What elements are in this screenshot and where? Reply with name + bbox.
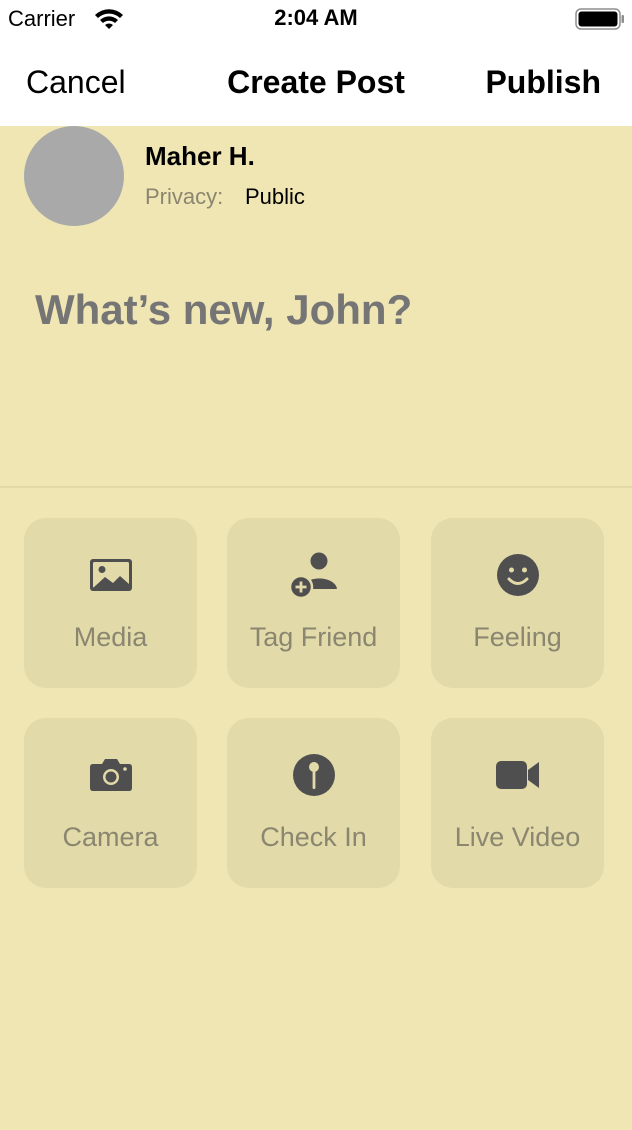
live-video-label: Live Video xyxy=(454,822,581,852)
feeling-label: Feeling xyxy=(473,622,562,652)
camera-icon xyxy=(24,752,197,798)
avatar[interactable] xyxy=(24,126,124,226)
check-in-button[interactable]: Check In xyxy=(227,718,400,888)
nav-bar: Cancel Create Post Publish xyxy=(0,38,632,126)
post-text-input[interactable] xyxy=(35,286,605,334)
battery-icon xyxy=(575,8,625,35)
smiley-icon xyxy=(431,552,604,598)
camera-label: Camera xyxy=(62,822,159,852)
status-bar: Carrier 2:04 AM xyxy=(0,0,632,38)
feeling-button[interactable]: Feeling xyxy=(431,518,604,688)
privacy-label: Privacy: xyxy=(145,184,224,209)
camera-button[interactable]: Camera xyxy=(24,718,197,888)
live-video-button[interactable]: Live Video xyxy=(431,718,604,888)
person-add-icon xyxy=(227,552,400,599)
media-button[interactable]: Media xyxy=(24,518,197,688)
user-name: Maher H. xyxy=(145,141,255,171)
publish-button[interactable]: Publish xyxy=(485,64,601,101)
check-in-label: Check In xyxy=(260,822,367,852)
video-camera-icon xyxy=(431,752,604,798)
tag-friend-button[interactable]: Tag Friend xyxy=(227,518,400,688)
status-time: 2:04 AM xyxy=(274,5,358,30)
privacy-selector[interactable]: Public xyxy=(245,184,305,210)
divider xyxy=(0,486,632,488)
image-icon xyxy=(24,552,197,598)
media-label: Media xyxy=(73,622,148,652)
tag-friend-label: Tag Friend xyxy=(249,622,378,652)
location-pin-icon xyxy=(227,752,400,798)
